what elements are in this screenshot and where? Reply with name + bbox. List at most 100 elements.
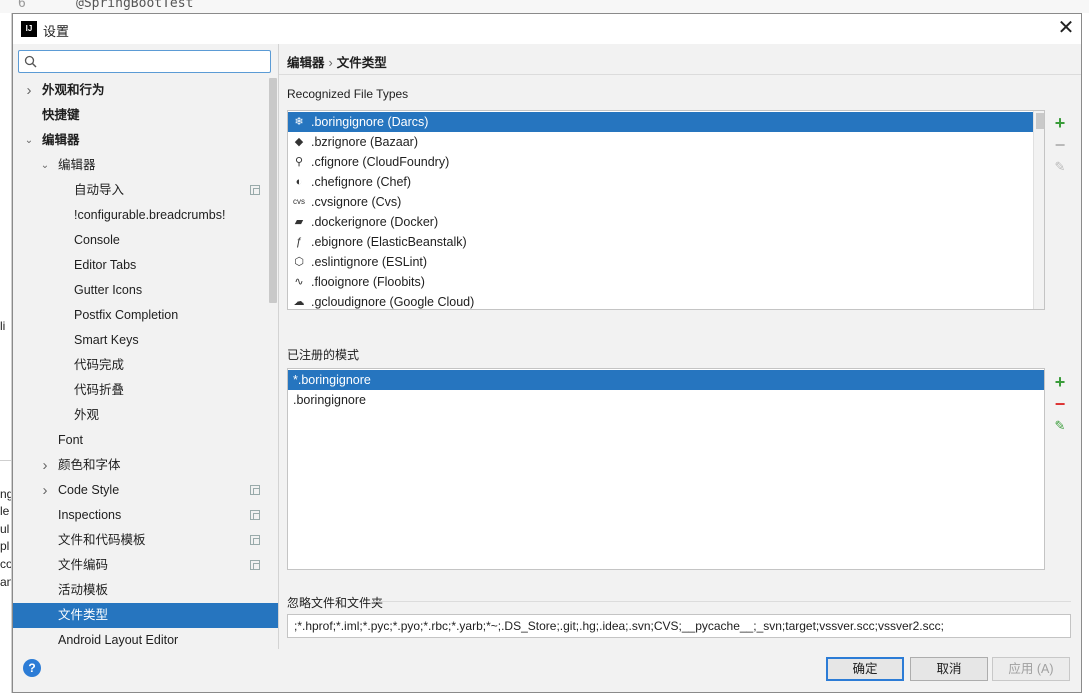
- tree-item-label: 快捷键: [42, 108, 80, 122]
- chevron-down-icon[interactable]: ⌄: [23, 128, 35, 153]
- ok-button[interactable]: 确定: [826, 657, 904, 681]
- tree-item-label: 自动导入: [74, 183, 125, 197]
- tree-item[interactable]: Postfix Completion: [13, 303, 278, 328]
- file-type-row[interactable]: cvs .cvsignore (Cvs): [288, 192, 1033, 212]
- code-text: @SpringBootTest: [76, 0, 194, 11]
- tree-item[interactable]: !configurable.breadcrumbs!: [13, 203, 278, 228]
- tree-item[interactable]: ⌄ 编辑器: [13, 153, 278, 178]
- file-type-row[interactable]: ▰ .dockerignore (Docker): [288, 212, 1033, 232]
- googlecloud-icon: ☁: [293, 296, 305, 308]
- remove-file-type-button[interactable]: −: [1049, 134, 1071, 156]
- tree-item[interactable]: › 外观和行为: [13, 78, 278, 103]
- tree-item-label: Android Layout Editor: [58, 633, 179, 647]
- tree-item[interactable]: 文件和代码模板: [13, 528, 278, 553]
- tree-item[interactable]: 代码完成: [13, 353, 278, 378]
- apply-button[interactable]: 应用 (A): [992, 657, 1070, 681]
- tree-item[interactable]: › Code Style: [13, 478, 278, 503]
- tree-item[interactable]: Android Layout Editor: [13, 628, 278, 649]
- recognized-file-types-label: Recognized File Types: [287, 87, 409, 101]
- pattern-label: *.boringignore: [293, 373, 371, 387]
- tree-item[interactable]: 代码折叠: [13, 378, 278, 403]
- tree-item[interactable]: Console: [13, 228, 278, 253]
- chevron-right-icon[interactable]: ›: [39, 453, 51, 478]
- background-text-fragment: le: [0, 504, 10, 518]
- ignore-files-label: 忽略文件和文件夹: [287, 596, 384, 610]
- darcs-icon: ❄: [294, 116, 304, 128]
- tree-item-label: Smart Keys: [74, 333, 139, 347]
- file-types-panel: 编辑器 › 文件类型 Recognized File Types ❄ .boringi…: [279, 44, 1081, 649]
- file-type-row[interactable]: ◐ .chefignore (Chef): [288, 172, 1033, 192]
- file-type-row[interactable]: ⚲ .cfignore (CloudFoundry): [288, 152, 1033, 172]
- ignore-files-input[interactable]: ;*.hprof;*.iml;*.pyc;*.pyo;*.rbc;*.yarb;…: [287, 614, 1071, 638]
- file-type-label: .boringignore (Darcs): [311, 115, 429, 129]
- background-separator: [0, 460, 11, 461]
- tree-item-label: 代码完成: [74, 358, 125, 372]
- list-scrollbar-thumb[interactable]: [1036, 113, 1044, 129]
- file-type-label: .eslintignore (ESLint): [311, 255, 428, 269]
- file-type-row[interactable]: ☁ .gcloudignore (Google Cloud): [288, 292, 1033, 309]
- remove-pattern-button[interactable]: −: [1049, 393, 1071, 415]
- breadcrumb-current: 文件类型: [336, 56, 387, 70]
- tree-item-label: Code Style: [58, 483, 120, 497]
- tree-item-label: 活动模板: [58, 583, 109, 597]
- file-type-row[interactable]: ƒ .ebignore (ElasticBeanstalk): [288, 232, 1033, 252]
- chevron-down-icon[interactable]: ⌄: [39, 153, 51, 178]
- add-file-type-button[interactable]: +: [1049, 112, 1071, 134]
- tree-item[interactable]: 自动导入: [13, 178, 278, 203]
- list-scrollbar[interactable]: [1033, 111, 1044, 309]
- file-type-label: .ebignore (ElasticBeanstalk): [311, 235, 467, 249]
- tree-item[interactable]: Gutter Icons: [13, 278, 278, 303]
- help-button[interactable]: ?: [23, 659, 41, 677]
- chevron-right-icon[interactable]: ›: [39, 478, 51, 503]
- tree-item[interactable]: 活动模板: [13, 578, 278, 603]
- tree-item-label: Console: [74, 233, 120, 247]
- file-type-row[interactable]: ⬡ .eslintignore (ESLint): [288, 252, 1033, 272]
- tree-item[interactable]: 外观: [13, 403, 278, 428]
- file-type-label: .chefignore (Chef): [311, 175, 412, 189]
- project-settings-icon: [250, 510, 260, 520]
- file-type-label: .cvsignore (Cvs): [311, 195, 402, 209]
- pattern-row[interactable]: .boringignore: [288, 390, 1044, 410]
- line-number: 6: [18, 0, 26, 11]
- background-text-fragment: an: [0, 575, 11, 589]
- background-text-fragment: ul: [0, 522, 10, 536]
- tree-item-label: 文件类型: [58, 608, 109, 622]
- background-text-fragment: co: [0, 557, 12, 571]
- file-type-row[interactable]: ❄ .boringignore (Darcs): [288, 112, 1033, 132]
- registered-patterns-list[interactable]: *.boringignore .boringignore: [287, 368, 1045, 570]
- tree-item[interactable]: Editor Tabs: [13, 253, 278, 278]
- intellij-app-icon: IJ: [21, 21, 37, 37]
- background-code-line: 6 @SpringBootTest: [0, 0, 1089, 13]
- tree-item[interactable]: 文件类型: [13, 603, 278, 628]
- tree-item[interactable]: Font: [13, 428, 278, 453]
- tree-item[interactable]: 快捷键: [13, 103, 278, 128]
- title-bar: IJ 设置 ✕: [13, 14, 1081, 44]
- edit-file-type-button[interactable]: ✎: [1049, 156, 1071, 178]
- tree-item[interactable]: › 颜色和字体: [13, 453, 278, 478]
- add-pattern-button[interactable]: +: [1049, 371, 1071, 393]
- file-type-row[interactable]: ◆ .bzrignore (Bazaar): [288, 132, 1033, 152]
- tree-item[interactable]: 文件编码: [13, 553, 278, 578]
- tree-item[interactable]: Inspections: [13, 503, 278, 528]
- tree-item-label: 外观和行为: [42, 83, 105, 97]
- registered-patterns-label: 已注册的模式: [287, 348, 360, 362]
- breadcrumb-parent[interactable]: 编辑器: [287, 56, 325, 70]
- cancel-button[interactable]: 取消: [910, 657, 988, 681]
- close-button[interactable]: ✕: [1053, 16, 1079, 42]
- tree-item[interactable]: Smart Keys: [13, 328, 278, 353]
- tree-item[interactable]: ⌄ 编辑器: [13, 128, 278, 153]
- edit-pattern-button[interactable]: ✎: [1049, 415, 1071, 437]
- recognized-file-types-list[interactable]: ❄ .boringignore (Darcs) ◆ .bzrignore (Bazaa…: [287, 110, 1045, 310]
- chevron-right-icon[interactable]: ›: [23, 78, 35, 103]
- tree-item-label: 编辑器: [42, 133, 80, 147]
- settings-tree: › 外观和行为 快捷键 ⌄ 编辑器 ⌄ 编辑器 自动导入 !configurable.bread…: [13, 78, 278, 649]
- search-input[interactable]: [18, 50, 271, 73]
- background-text-fragment: pl: [0, 539, 10, 553]
- file-type-row[interactable]: ∿ .flooignore (Floobits): [288, 272, 1033, 292]
- tree-item-label: 文件编码: [58, 558, 109, 572]
- file-type-label: .cfignore (CloudFoundry): [311, 155, 450, 169]
- tree-scrollbar[interactable]: [269, 78, 277, 303]
- background-editor-gutter: li ng le ul pl co an: [0, 13, 12, 693]
- pattern-row[interactable]: *.boringignore: [288, 370, 1044, 390]
- docker-icon: ▰: [294, 216, 304, 228]
